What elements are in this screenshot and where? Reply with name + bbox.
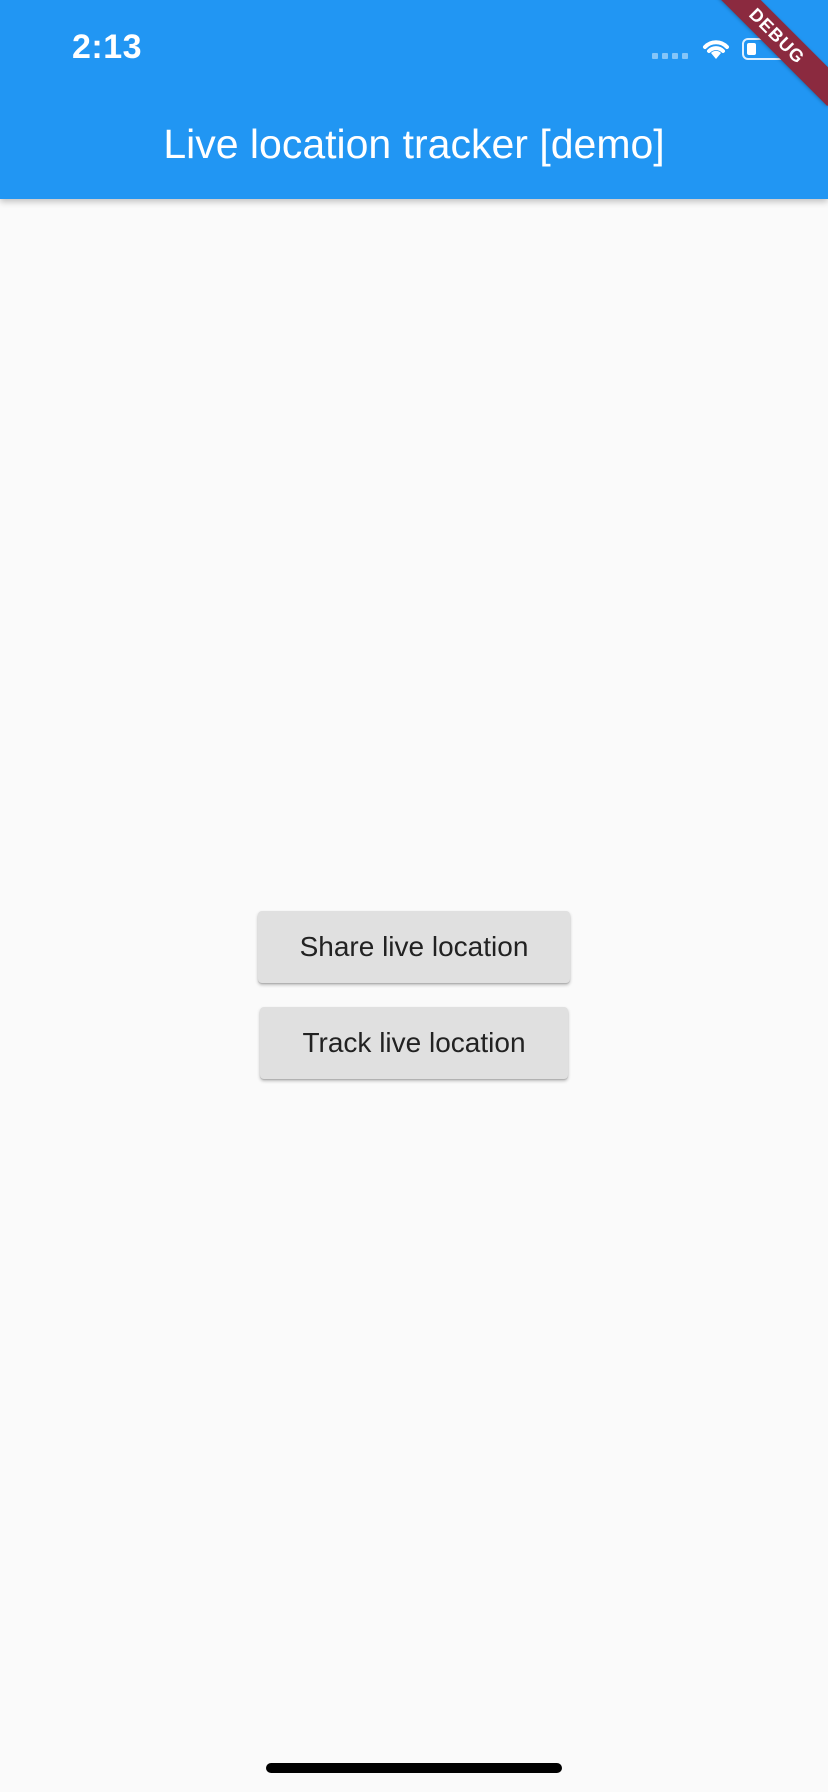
status-time: 2:13 <box>72 28 143 66</box>
app-bar: 2:13 Live location tracker [demo] <box>0 0 828 199</box>
signal-icon <box>652 53 688 59</box>
home-indicator[interactable] <box>266 1763 562 1773</box>
wifi-icon <box>703 40 729 59</box>
track-live-location-button[interactable]: Track live location <box>260 1007 568 1079</box>
page-title: Live location tracker [demo] <box>163 121 665 167</box>
main-content: Share live location Track live location <box>0 199 828 1792</box>
share-live-location-button[interactable]: Share live location <box>258 911 570 983</box>
